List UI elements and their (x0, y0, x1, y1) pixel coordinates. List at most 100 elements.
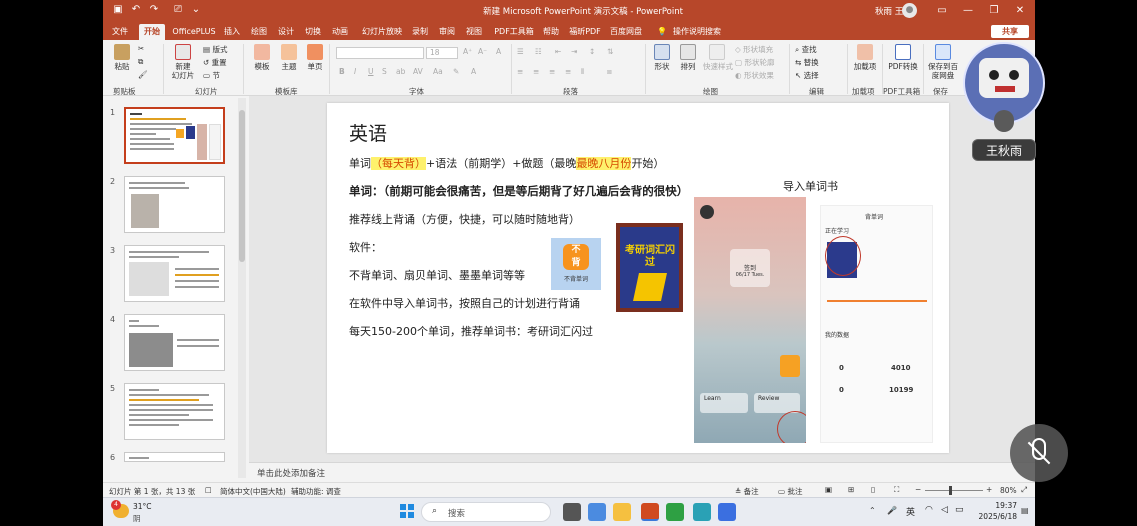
font-size-box[interactable]: 18 (426, 47, 458, 59)
tab-officeplus[interactable]: OfficePLUS (171, 24, 217, 40)
scrollbar-thumb[interactable] (239, 110, 245, 262)
ribbon-display-icon[interactable]: ▭ (929, 2, 955, 19)
slide-canvas[interactable]: 英语 单词（每天背）+语法（前期学）+做题（最晚最晚八月份开始） 单词：（前期可… (327, 103, 949, 453)
quick-style-button[interactable]: 快速样式 (703, 44, 733, 71)
accessibility-indicator[interactable]: 辅助功能: 调查 (291, 486, 341, 497)
slide-sorter-icon[interactable]: ⊞ (848, 485, 854, 494)
strikethrough-icon[interactable]: ab (396, 67, 405, 76)
user-avatar[interactable]: ● (902, 3, 917, 18)
save-icon[interactable]: ▣ (111, 3, 125, 17)
start-icon[interactable] (400, 504, 414, 518)
shadow-icon[interactable]: S (382, 67, 387, 76)
undo-icon[interactable]: ↶ (129, 3, 143, 17)
reading-view-icon[interactable]: ▯ (871, 485, 875, 494)
language-indicator[interactable]: 简体中文(中国大陆) (220, 486, 286, 497)
slide-line-6[interactable]: 在软件中导入单词书，按照自己的计划进行背诵 (349, 295, 580, 311)
tab-animations[interactable]: 动画 (331, 24, 349, 40)
volume-icon[interactable]: ◁ (941, 505, 948, 515)
spellcheck-icon[interactable]: ☐ (205, 486, 212, 495)
copy-icon[interactable]: ⧉ (138, 57, 143, 67)
thumbnail-scrollbar[interactable] (238, 98, 246, 478)
microphone-icon[interactable]: 🎤 (887, 506, 897, 515)
slide-title[interactable]: 英语 (349, 119, 387, 146)
battery-icon[interactable]: ▭ (955, 505, 964, 515)
taskbar-search[interactable]: ⌕ 搜索 (421, 502, 551, 522)
grow-font-icon[interactable]: A⁺ (463, 47, 472, 56)
theme-button[interactable]: 主题 (278, 44, 300, 71)
tab-file[interactable]: 文件 (109, 24, 131, 40)
justify-icon[interactable]: ≡ (565, 67, 571, 76)
wechat-icon[interactable] (666, 503, 684, 521)
highlight-icon[interactable]: ✎ (453, 67, 459, 76)
tab-pdf-toolbox[interactable]: PDF工具箱 (494, 24, 534, 40)
notes-pane[interactable]: 单击此处添加备注 (249, 462, 1035, 482)
tab-insert[interactable]: 插入 (223, 24, 241, 40)
numbering-icon[interactable]: ☷ (535, 47, 542, 56)
decrease-indent-icon[interactable]: ⇤ (555, 47, 561, 56)
cut-icon[interactable]: ✂ (138, 44, 144, 53)
bullets-icon[interactable]: ☰ (517, 47, 524, 56)
pdf-convert-button[interactable]: PDF转换 (886, 44, 920, 71)
tab-design[interactable]: 设计 (277, 24, 295, 40)
tab-draw[interactable]: 绘图 (250, 24, 268, 40)
tab-view[interactable]: 视图 (465, 24, 483, 40)
select-button[interactable]: ↖ 选择 (795, 70, 819, 81)
slide-thumbnail-6[interactable] (124, 452, 225, 462)
italic-icon[interactable]: I (354, 67, 356, 76)
notes-placeholder[interactable]: 单击此处添加备注 (257, 467, 325, 479)
shrink-font-icon[interactable]: A⁻ (478, 47, 487, 56)
slideshow-view-icon[interactable]: ⛶ (894, 485, 899, 495)
import-book-label[interactable]: 导入单词书 (783, 178, 838, 194)
user-name[interactable]: 秋雨 王 (875, 5, 903, 17)
align-center-icon[interactable]: ≡ (533, 67, 539, 76)
tab-review[interactable]: 审阅 (438, 24, 456, 40)
font-family-box[interactable] (336, 47, 424, 59)
slide-line-4[interactable]: 软件： (349, 239, 382, 255)
bold-icon[interactable]: B (339, 67, 345, 76)
meeting-icon[interactable] (718, 503, 736, 521)
tab-baidu-pan[interactable]: 百度网盘 (610, 24, 642, 40)
find-button[interactable]: ⌕ 查找 (795, 44, 817, 55)
section-button[interactable]: ▭ 节 (203, 70, 220, 81)
new-slide-button[interactable]: 新建 幻灯片 (169, 44, 197, 80)
customize-icon[interactable]: ⌄ (189, 3, 203, 17)
layout-button[interactable]: ▤ 版式 (203, 44, 227, 55)
format-painter-icon[interactable]: 🖌 (138, 70, 148, 79)
paste-button[interactable]: 粘贴 (109, 44, 135, 71)
task-view-icon[interactable] (563, 503, 581, 521)
weather-temp[interactable]: 31°C (133, 502, 152, 511)
tab-home[interactable]: 开始 (139, 24, 165, 40)
line-spacing-icon[interactable]: ↕ (589, 47, 595, 56)
notes-toggle[interactable]: ≜ 备注 (735, 486, 759, 497)
text-direction-icon[interactable]: ⇅ (607, 47, 613, 56)
clock-date[interactable]: 2025/6/18 (972, 512, 1017, 521)
tab-transitions[interactable]: 切换 (304, 24, 322, 40)
fit-to-window-icon[interactable]: ⤢ (1021, 485, 1027, 495)
shape-outline-button[interactable]: ▢ 形状轮廓 (735, 57, 774, 68)
smartart-icon[interactable]: ⧈ (607, 67, 612, 77)
increase-indent-icon[interactable]: ⇥ (571, 47, 577, 56)
single-page-button[interactable]: 单页 (304, 44, 326, 71)
tab-record[interactable]: 录制 (411, 24, 429, 40)
slide-line-7[interactable]: 每天150-200个单词，推荐单词书：考研词汇闪过 (349, 323, 593, 339)
ime-indicator[interactable]: 英 (906, 505, 915, 518)
underline-icon[interactable]: U (368, 67, 374, 76)
shape-effect-button[interactable]: ◐ 形状效果 (735, 70, 774, 81)
app-icon[interactable] (693, 503, 711, 521)
clock-time[interactable]: 19:37 (977, 501, 1017, 510)
slide-thumbnail-3[interactable] (124, 245, 225, 302)
minimize-button[interactable]: — (955, 2, 981, 19)
normal-view-icon[interactable]: ▣ (825, 485, 832, 494)
app-screenshot-stats[interactable]: 背单词 正在学习 我的数据 0 4010 0 10199 (820, 205, 933, 443)
mute-microphone-button[interactable] (1010, 424, 1068, 482)
tell-me-search[interactable]: 操作说明搜索 (673, 24, 721, 40)
clear-format-icon[interactable]: A (496, 47, 501, 56)
arrange-button[interactable]: 排列 (677, 44, 699, 71)
tab-foxit-pdf[interactable]: 福昕PDF (569, 24, 601, 40)
font-color-icon[interactable]: A (471, 67, 476, 76)
wifi-icon[interactable]: ◠ (925, 505, 933, 515)
align-right-icon[interactable]: ≡ (549, 67, 555, 76)
slide-thumbnail-2[interactable] (124, 176, 225, 233)
book-cover-image[interactable]: 考研词汇闪过 (616, 223, 683, 312)
template-button[interactable]: 模板 (251, 44, 273, 71)
